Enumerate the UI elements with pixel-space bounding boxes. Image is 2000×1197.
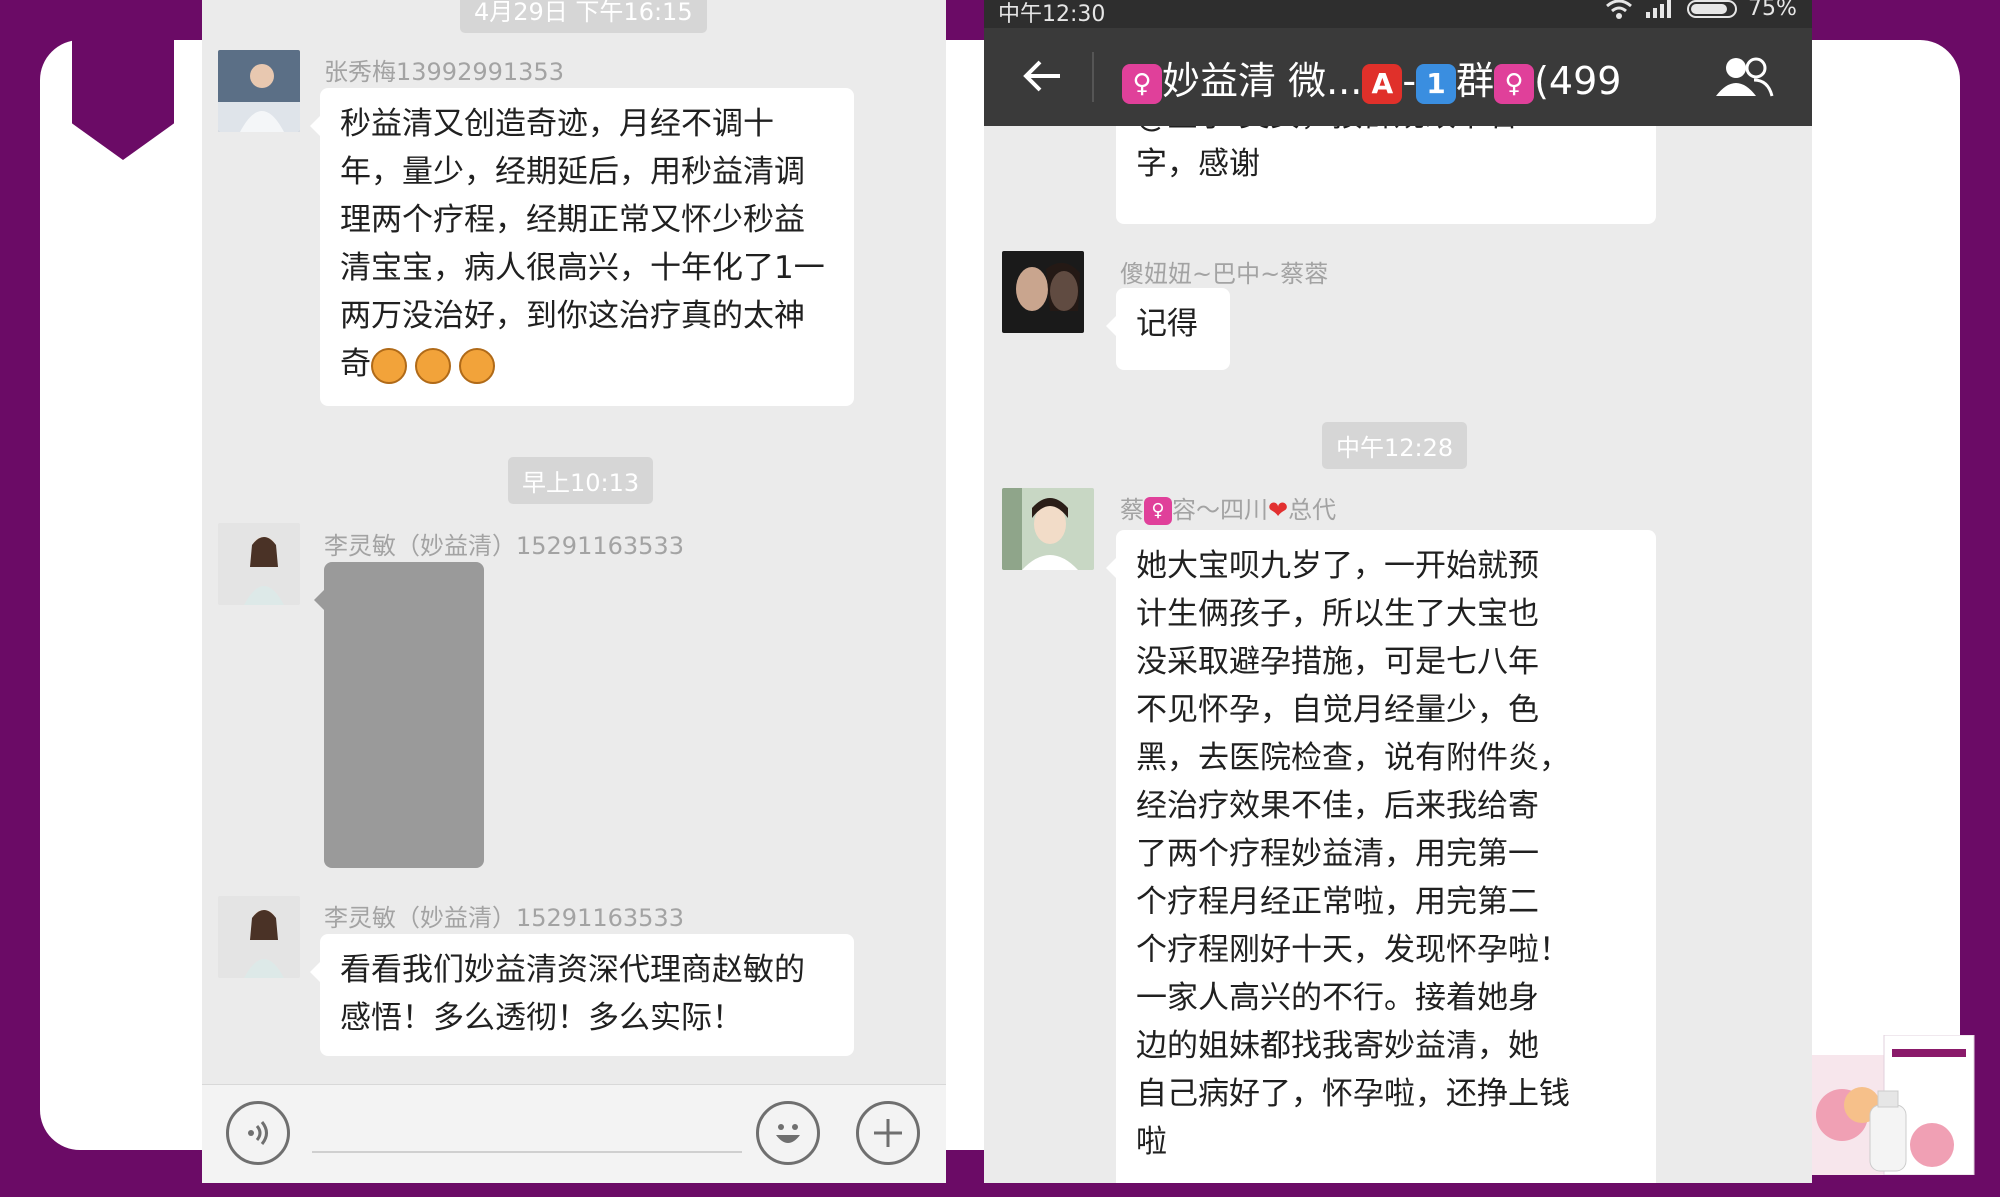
sender-name: 李灵敏（妙益清）15291163533 xyxy=(324,532,684,560)
heart-icon: ❤ xyxy=(1268,496,1289,524)
battery-percent: 75% xyxy=(1748,0,1797,21)
back-arrow-icon[interactable] xyxy=(1020,54,1064,102)
message-line: 边的姐妹都找我寄妙益清，她 xyxy=(1136,1028,1539,1064)
input-bar xyxy=(202,1084,946,1183)
message-line: 黑，去医院检查，说有附件炎， xyxy=(1136,740,1570,776)
fist-emoji-icon xyxy=(371,347,407,384)
message-bubble[interactable]: 秒益清又创造奇迹，月经不调十 年，量少，经期延后，用秒益清调 理两个疗程，经期正… xyxy=(310,88,854,406)
message-line: 个疗程刚好十天，发现怀孕啦！ xyxy=(1136,932,1570,968)
female-tag-icon: ♀ xyxy=(1144,497,1172,525)
title-part: 妙益清 微... xyxy=(1162,59,1363,103)
message-line: 啦 xyxy=(1136,1124,1167,1160)
message-line: 字，感谢 xyxy=(1136,146,1260,182)
message-line: 没采取避孕措施，可是七八年 xyxy=(1136,644,1539,680)
avatar[interactable] xyxy=(218,523,300,605)
message-line: 看看我们妙益清资深代理商赵敏的 xyxy=(340,952,805,988)
message-line: 个疗程月经正常啦，用完第二 xyxy=(1136,884,1539,920)
voice-icon[interactable] xyxy=(226,1101,290,1165)
right-chat-screen: 中午12:30 75% ♀妙益清 微...A-1群♀(499 @金子 美女，按群… xyxy=(984,0,1812,1183)
avatar[interactable] xyxy=(218,896,300,978)
title-divider xyxy=(1092,52,1094,102)
message-line: 理两个疗程，经期正常又怀少秒益 xyxy=(340,202,805,238)
message-line-text: 奇 xyxy=(340,346,371,382)
status-time: 中午12:30 xyxy=(998,2,1106,27)
message-bubble[interactable]: 看看我们妙益清资深代理商赵敏的 感悟！多么透彻！多么实际！ xyxy=(310,934,854,1056)
message-line: 年，量少，经期延后，用秒益清调 xyxy=(340,154,805,190)
sender-name-part: 总代 xyxy=(1288,496,1337,524)
message-line: 她大宝呗九岁了，一开始就预 xyxy=(1136,548,1539,584)
timestamp: 中午12:28 xyxy=(1322,422,1468,469)
female-tag-icon: ♀ xyxy=(1494,63,1535,104)
image-message[interactable] xyxy=(314,562,484,868)
one-tag-icon: 1 xyxy=(1416,63,1457,104)
emoji-icon[interactable] xyxy=(756,1101,820,1165)
female-tag-icon: ♀ xyxy=(1122,63,1162,104)
message-line: 两万没治好，到你这治疗真的太神 xyxy=(340,298,805,334)
chat-title: ♀ 妙益清 微... A -1 群 ♀ (499 xyxy=(1122,50,1621,105)
sender-name: 张秀梅13992991353 xyxy=(324,58,564,86)
timestamp-top: 4月29日 下午16:15 xyxy=(460,0,707,33)
message-line: 记得 xyxy=(1136,306,1198,342)
message-line: 感悟！多么透彻！多么实际！ xyxy=(340,1000,743,1036)
message-input[interactable] xyxy=(312,1151,742,1153)
message-line: 一家人高兴的不行。接着她身 xyxy=(1136,980,1539,1016)
avatar[interactable] xyxy=(1002,488,1094,570)
message-line: 秒益清又创造奇迹，月经不调十 xyxy=(340,106,774,142)
title-part: 群 xyxy=(1456,59,1495,103)
title-dash: - xyxy=(1402,59,1417,103)
message-line: 自己病好了，怀孕啦，还挣上钱 xyxy=(1136,1076,1570,1112)
message-line-last: 奇 xyxy=(340,340,834,388)
message-bubble-partial[interactable]: @金子 美女，按群规改下名 字，感谢 xyxy=(1116,110,1656,224)
avatar[interactable] xyxy=(218,50,300,132)
message-bubble[interactable]: 她大宝呗九岁了，一开始就预 计生俩孩子，所以生了大宝也 没采取避孕措施，可是七八… xyxy=(1106,530,1656,1183)
battery-icon xyxy=(1686,0,1742,26)
plus-icon[interactable] xyxy=(856,1101,920,1165)
sender-name: 蔡 ♀ 容～四川❤总代 xyxy=(1120,490,1336,525)
title-bar-edge xyxy=(984,110,1812,126)
wifi-icon xyxy=(1604,0,1634,26)
sender-name: 傻妞妞~巴中~蔡蓉 xyxy=(1120,260,1329,288)
message-line: 经治疗效果不佳，后来我给寄 xyxy=(1136,788,1539,824)
member-count: (499 xyxy=(1534,59,1622,103)
group-members-icon[interactable] xyxy=(1712,56,1776,104)
a-tag-icon: A xyxy=(1362,63,1403,104)
message-line: 清宝宝，病人很高兴，十年化了1一 xyxy=(340,250,825,286)
left-chat-screen: 4月29日 下午16:15 张秀梅13992991353 秒益清又创造奇迹，月经… xyxy=(202,0,946,1183)
sender-name: 李灵敏（妙益清）15291163533 xyxy=(324,904,684,932)
fist-emoji-icon xyxy=(459,347,495,384)
message-line: 不见怀孕，自觉月经量少，色 xyxy=(1136,692,1539,728)
timestamp: 早上10:13 xyxy=(508,457,654,504)
status-bar: 中午12:30 75% xyxy=(984,0,1812,28)
message-line: 了两个疗程妙益清，用完第一 xyxy=(1136,836,1539,872)
avatar[interactable] xyxy=(1002,251,1084,333)
message-line: 计生俩孩子，所以生了大宝也 xyxy=(1136,596,1539,632)
fist-emoji-icon xyxy=(415,347,451,384)
sender-name-part: 容～四川 xyxy=(1172,496,1268,524)
sender-name-part: 蔡 xyxy=(1120,496,1144,524)
product-box-image xyxy=(1812,1034,1977,1176)
message-bubble[interactable]: 记得 xyxy=(1106,288,1230,370)
signal-icon xyxy=(1644,0,1674,26)
